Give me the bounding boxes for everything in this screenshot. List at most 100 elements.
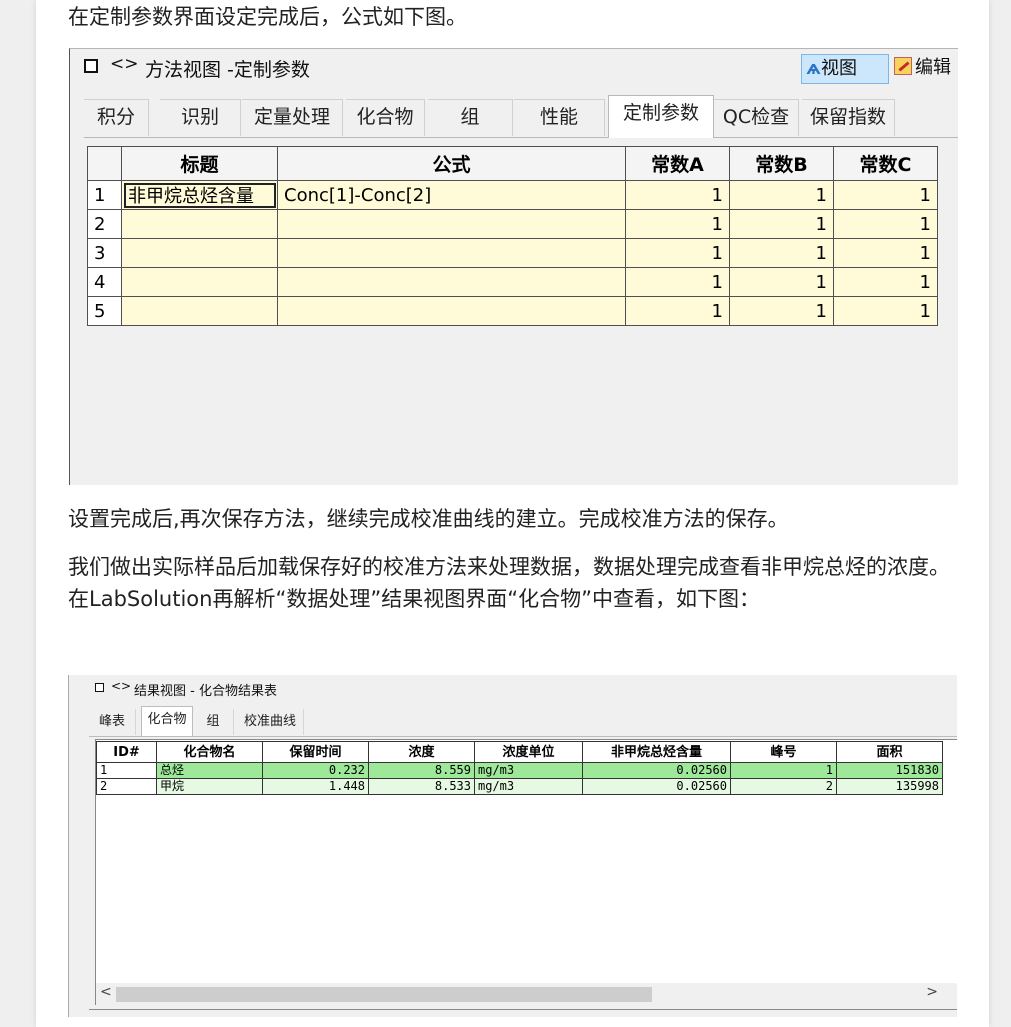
view-button[interactable]: ѧ视图 xyxy=(801,54,889,84)
tab-quant-processing[interactable]: 定量处理 xyxy=(242,99,343,136)
peak-number-cell[interactable]: 1 xyxy=(730,762,837,779)
column-header[interactable]: 浓度单位 xyxy=(474,741,583,763)
code-arrows-icon[interactable]: <> xyxy=(111,679,131,693)
title-cell[interactable] xyxy=(121,238,278,268)
tab-compound[interactable]: 化合物 xyxy=(141,706,193,736)
retention-time-cell[interactable]: 0.232 xyxy=(262,762,369,779)
table-row: 1 非甲烷总烃含量 Conc[1]-Conc[2] 1 1 1 xyxy=(87,180,938,210)
constant-c-cell[interactable]: 1 xyxy=(833,209,938,239)
tab-calibration-curve[interactable]: 校准曲线 xyxy=(237,709,304,735)
concentration-unit-cell[interactable]: mg/m3 xyxy=(474,778,583,795)
method-view-screenshot: <> 方法视图 -定制参数 ѧ视图 编辑 积分 识别 定量处理 化合物 组 性能… xyxy=(69,48,958,485)
scroll-left-icon[interactable]: < xyxy=(100,984,112,1000)
window-square-icon[interactable] xyxy=(84,59,98,73)
concentration-cell[interactable]: 8.559 xyxy=(368,762,475,779)
results-body: ID# 化合物名 保留时间 浓度 浓度单位 非甲烷总烃含量 峰号 面积 1 总烃… xyxy=(89,736,957,1017)
tab-performance[interactable]: 性能 xyxy=(514,99,605,136)
constant-a-cell[interactable]: 1 xyxy=(625,180,730,210)
edit-button[interactable]: 编辑 xyxy=(890,54,958,82)
constant-a-cell[interactable]: 1 xyxy=(625,209,730,239)
constant-a-cell[interactable]: 1 xyxy=(625,267,730,297)
row-number: 3 xyxy=(87,238,122,268)
formula-cell[interactable] xyxy=(277,238,626,268)
column-header[interactable]: 化合物名 xyxy=(156,741,263,763)
results-view-title: 结果视图 - 化合物结果表 xyxy=(134,684,277,699)
constant-a-cell[interactable]: 1 xyxy=(625,296,730,326)
id-cell[interactable]: 2 xyxy=(96,778,157,795)
column-header[interactable]: ID# xyxy=(96,741,157,763)
title-cell[interactable] xyxy=(121,267,278,297)
window-square-icon[interactable] xyxy=(95,683,104,692)
concentration-cell[interactable]: 8.533 xyxy=(368,778,475,795)
constant-c-cell[interactable]: 1 xyxy=(833,296,938,326)
tab-retention-index[interactable]: 保留指数 xyxy=(802,99,895,136)
method-view-title: 方法视图 -定制参数 xyxy=(145,59,310,81)
tab-group[interactable]: 组 xyxy=(428,99,513,136)
title-cell[interactable] xyxy=(121,209,278,239)
constant-b-cell[interactable]: 1 xyxy=(729,267,834,297)
column-header[interactable]: 保留时间 xyxy=(262,741,369,763)
constant-c-cell[interactable]: 1 xyxy=(833,267,938,297)
divider xyxy=(89,1009,957,1010)
method-tabs: 积分 识别 定量处理 化合物 组 性能 定制参数 QC检查 保留指数 xyxy=(84,95,958,138)
constant-b-cell[interactable]: 1 xyxy=(729,180,834,210)
retention-time-cell[interactable]: 1.448 xyxy=(262,778,369,795)
table-row: 5 1 1 1 xyxy=(87,296,938,326)
tab-group[interactable]: 组 xyxy=(193,709,234,735)
tab-qc-check[interactable]: QC检查 xyxy=(714,99,799,136)
table-row[interactable]: 1 总烃 0.232 8.559 mg/m3 0.02560 1 151830 xyxy=(96,762,943,779)
nmhc-content-cell[interactable]: 0.02560 xyxy=(582,762,731,779)
tab-custom-params[interactable]: 定制参数 xyxy=(608,95,714,138)
custom-params-table: 标题 公式 常数A 常数B 常数C 1 非甲烷总烃含量 Conc[1]-Conc… xyxy=(87,146,938,326)
column-header[interactable]: 非甲烷总烃含量 xyxy=(582,741,731,763)
column-header[interactable]: 常数A xyxy=(625,146,730,181)
tab-peak-table[interactable]: 峰表 xyxy=(89,709,136,735)
compound-name-cell[interactable]: 总烃 xyxy=(156,762,263,779)
scroll-right-icon[interactable]: > xyxy=(926,984,938,1000)
horizontal-scrollbar[interactable]: < > xyxy=(95,983,956,1005)
column-header[interactable]: 面积 xyxy=(836,741,943,763)
nmhc-content-cell[interactable]: 0.02560 xyxy=(582,778,731,795)
id-cell[interactable]: 1 xyxy=(96,762,157,779)
tab-compound[interactable]: 化合物 xyxy=(346,99,425,136)
formula-cell[interactable]: Conc[1]-Conc[2] xyxy=(277,180,626,210)
formula-cell[interactable] xyxy=(277,209,626,239)
table-header-row: 标题 公式 常数A 常数B 常数C xyxy=(87,146,938,181)
formula-cell[interactable] xyxy=(277,267,626,297)
area-cell[interactable]: 135998 xyxy=(836,778,943,795)
paragraph-intro: 在定制参数界面设定完成后，公式如下图。 xyxy=(68,5,467,29)
column-header[interactable]: 浓度 xyxy=(368,741,475,763)
scrollbar-thumb[interactable] xyxy=(116,987,652,1002)
constant-c-cell[interactable]: 1 xyxy=(833,180,938,210)
peak-number-cell[interactable]: 2 xyxy=(730,778,837,795)
title-cell[interactable]: 非甲烷总烃含量 xyxy=(121,180,278,210)
constant-b-cell[interactable]: 1 xyxy=(729,209,834,239)
constant-a-cell[interactable]: 1 xyxy=(625,238,730,268)
compound-results-table: ID# 化合物名 保留时间 浓度 浓度单位 非甲烷总烃含量 峰号 面积 1 总烃… xyxy=(96,741,943,795)
column-header[interactable]: 峰号 xyxy=(730,741,837,763)
compound-name-cell[interactable]: 甲烷 xyxy=(156,778,263,795)
row-number: 5 xyxy=(87,296,122,326)
results-tabs: 峰表 化合物 组 校准曲线 xyxy=(89,706,957,736)
concentration-unit-cell[interactable]: mg/m3 xyxy=(474,762,583,779)
constant-c-cell[interactable]: 1 xyxy=(833,238,938,268)
constant-b-cell[interactable]: 1 xyxy=(729,296,834,326)
area-cell[interactable]: 151830 xyxy=(836,762,943,779)
column-header[interactable]: 常数C xyxy=(833,146,938,181)
paragraph-save-method: 设置完成后,再次保存方法，继续完成校准曲线的建立。完成校准方法的保存。 xyxy=(68,507,789,531)
constant-b-cell[interactable]: 1 xyxy=(729,238,834,268)
table-row: 3 1 1 1 xyxy=(87,238,938,268)
table-row[interactable]: 2 甲烷 1.448 8.533 mg/m3 0.02560 2 135998 xyxy=(96,778,943,795)
article-body: 在定制参数界面设定完成后，公式如下图。 <> 方法视图 -定制参数 ѧ视图 编辑… xyxy=(36,0,989,1027)
column-header[interactable]: 标题 xyxy=(121,146,278,181)
tab-identification[interactable]: 识别 xyxy=(160,99,241,136)
column-header[interactable]: 公式 xyxy=(277,146,626,181)
title-cell[interactable] xyxy=(121,296,278,326)
custom-params-grid-area: 标题 公式 常数A 常数B 常数C 1 非甲烷总烃含量 Conc[1]-Conc… xyxy=(84,137,958,485)
table-row: 2 1 1 1 xyxy=(87,209,938,239)
column-header[interactable]: 常数B xyxy=(729,146,834,181)
tab-integration[interactable]: 积分 xyxy=(84,99,149,136)
row-number: 4 xyxy=(87,267,122,297)
formula-cell[interactable] xyxy=(277,296,626,326)
code-arrows-icon[interactable]: <> xyxy=(110,54,139,74)
